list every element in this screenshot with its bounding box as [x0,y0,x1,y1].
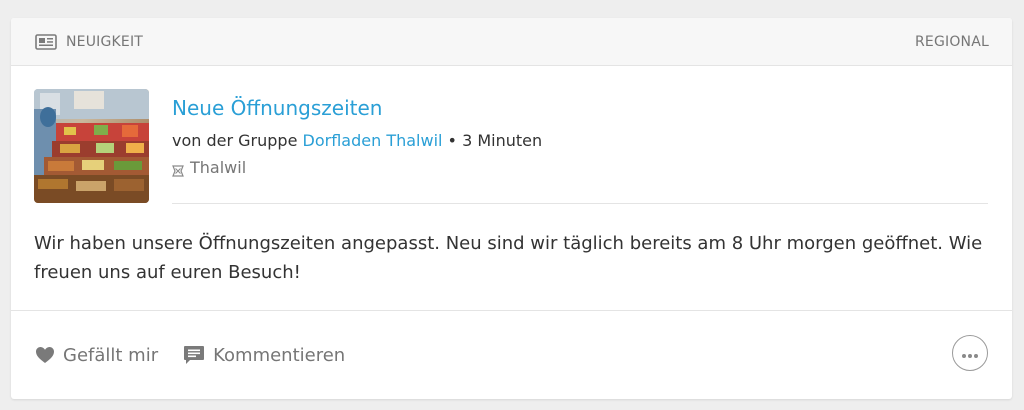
comment-label: Kommentieren [213,344,346,366]
location-label: Thalwil [190,158,247,177]
post-thumbnail[interactable] [34,89,149,203]
like-label: Gefällt mir [63,344,159,366]
post-head: Neue Öffnungszeiten von der Gruppe Dorfl… [11,66,1012,204]
scope-label: REGIONAL [914,33,989,50]
more-dots-icon [961,344,979,363]
more-options-button[interactable] [952,335,988,371]
category-label: NEUIGKEIT [66,33,144,50]
post-meta: von der Gruppe Dorfladen Thalwil • 3 Min… [172,131,542,150]
post-category: NEUIGKEIT [35,34,143,50]
post-title[interactable]: Neue Öffnungszeiten [172,96,382,120]
location-marker-icon [172,162,184,177]
post-header: NEUIGKEIT REGIONAL [11,18,1012,66]
feed-post-card: NEUIGKEIT REGIONAL Neue Öffnungszeiten v… [11,18,1012,399]
group-link[interactable]: Dorfladen Thalwil [303,131,443,150]
meta-separator: • [447,131,457,150]
like-button[interactable]: Gefällt mir [35,345,158,366]
post-actions: Gefällt mir Kommentieren [35,335,370,375]
heart-icon [35,346,55,364]
head-divider [172,203,988,204]
post-body: Wir haben unsere Öffnungszeiten angepass… [34,233,983,283]
footer-divider [11,310,1012,311]
post-time: 3 Minuten [462,131,543,150]
meta-prefix: von der Gruppe [172,131,298,150]
newspaper-icon [35,33,57,50]
post-location: Thalwil [172,158,246,177]
comment-button[interactable]: Kommentieren [183,345,345,366]
comment-icon [183,345,205,365]
